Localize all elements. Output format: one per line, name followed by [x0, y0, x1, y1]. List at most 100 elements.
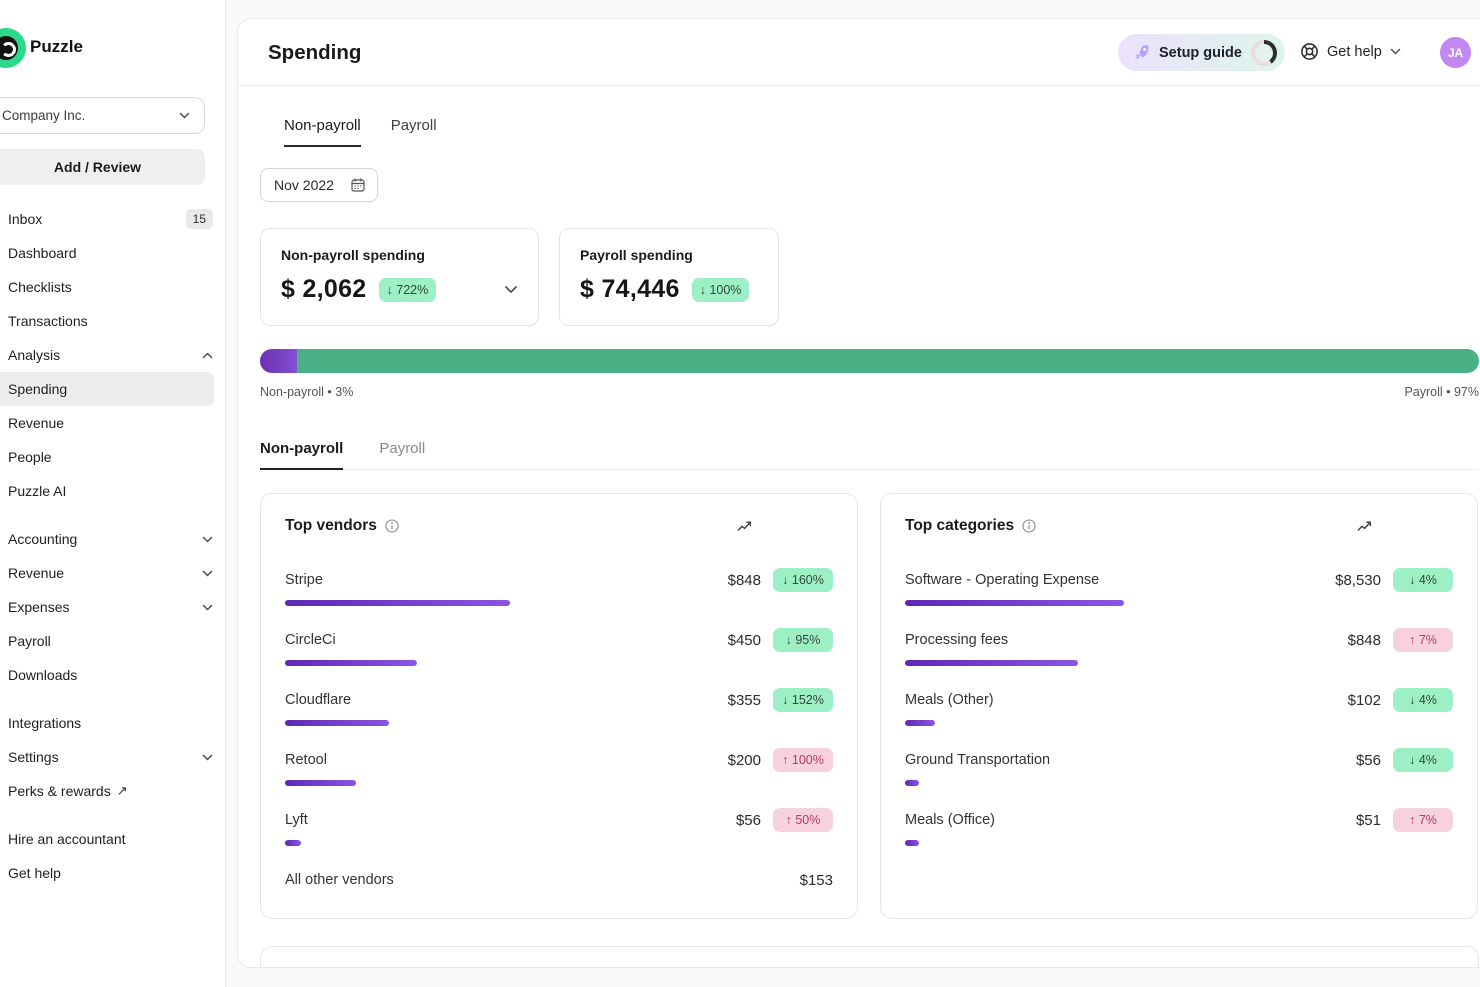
sidebar-item-payroll[interactable]: Payroll	[0, 624, 225, 658]
chevron-down-icon	[202, 754, 213, 761]
sidebar-item-checklists[interactable]: Checklists	[0, 270, 225, 304]
help-icon	[1300, 42, 1319, 61]
delta-badge: ↓ 4%	[1393, 688, 1453, 712]
calendar-icon	[350, 177, 366, 193]
chevron-down-icon	[202, 536, 213, 543]
category-bar	[905, 600, 1124, 606]
payroll-summary-card: Payroll spending $ 74,446 ↓ 100%	[559, 228, 779, 326]
category-bar	[905, 660, 1078, 666]
split-bar-labels: Non-payroll • 3% Payroll • 97%	[260, 385, 1479, 399]
vendor-bar	[285, 840, 301, 846]
add-review-button[interactable]: Add / Review	[0, 149, 205, 185]
sidebar-item-revenue[interactable]: Revenue	[0, 556, 225, 590]
vendor-row: Stripe $848 ↓ 160%	[285, 568, 833, 606]
non-payroll-summary-card: Non-payroll spending $ 2,062 ↓ 722%	[260, 228, 539, 326]
inbox-count-badge: 15	[186, 209, 213, 229]
category-row: Software - Operating Expense $8,530 ↓ 4%	[905, 568, 1453, 606]
next-section-card	[260, 946, 1479, 968]
sidebar-item-transactions[interactable]: Transactions	[0, 304, 225, 338]
delta-badge: ↑ 50%	[773, 808, 833, 832]
payroll-split-bar	[260, 349, 1479, 373]
sidebar-nav: Inbox 15 Dashboard Checklists Transactio…	[0, 202, 225, 890]
tab-payroll-breakdown[interactable]: Payroll	[379, 439, 425, 469]
chevron-down-icon	[202, 604, 213, 611]
category-row: Meals (Office) $51 ↑ 7%	[905, 808, 1453, 846]
tab-non-payroll-breakdown[interactable]: Non-payroll	[260, 439, 343, 470]
delta-badge: ↓ 160%	[773, 568, 833, 592]
breakdown-cards: Top vendors Stripe $848 ↓ 160% CircleCi …	[260, 493, 1478, 919]
category-row: Ground Transportation $56 ↓ 4%	[905, 748, 1453, 786]
sidebar-item-get-help[interactable]: Get help	[0, 856, 225, 890]
all-other-vendors-row: All other vendors $153	[285, 868, 833, 892]
top-vendors-card: Top vendors Stripe $848 ↓ 160% CircleCi …	[260, 493, 858, 919]
info-icon[interactable]	[1022, 519, 1036, 533]
info-icon[interactable]	[385, 519, 399, 533]
tab-non-payroll[interactable]: Non-payroll	[284, 116, 361, 147]
setup-guide-button[interactable]: Setup guide	[1118, 34, 1285, 71]
delta-badge: ↑ 100%	[773, 748, 833, 772]
spending-type-tabs: Non-payroll Payroll	[284, 116, 437, 147]
category-bar	[905, 780, 919, 786]
chevron-down-icon	[179, 112, 190, 119]
delta-badge: ↑ 7%	[1393, 628, 1453, 652]
delta-badge: ↓ 152%	[773, 688, 833, 712]
rocket-icon	[1133, 44, 1150, 61]
panel-header: Spending Setup guide Get help JA	[238, 19, 1480, 86]
top-categories-card: Top categories Software - Operating Expe…	[880, 493, 1478, 919]
non-payroll-segment	[260, 349, 297, 373]
chevron-down-icon[interactable]	[504, 285, 518, 294]
sidebar-item-people[interactable]: People	[0, 440, 225, 474]
card-title: Top vendors	[285, 517, 377, 535]
delta-badge: ↓ 722%	[379, 278, 437, 302]
sidebar-item-puzzle-ai[interactable]: Puzzle AI	[0, 474, 225, 508]
trend-icon[interactable]	[737, 520, 753, 533]
sidebar-item-analysis[interactable]: Analysis	[0, 338, 225, 372]
external-link-icon: ↗	[117, 783, 128, 799]
vendor-row: CircleCi $450 ↓ 95%	[285, 628, 833, 666]
non-payroll-total: $ 2,062	[281, 275, 367, 304]
chevron-down-icon	[1390, 48, 1401, 55]
card-title: Top categories	[905, 517, 1014, 535]
content-area: Spending Setup guide Get help JA Non-pay…	[227, 0, 1480, 987]
breakdown-tabs: Non-payroll Payroll	[260, 439, 1479, 470]
sidebar-item-revenue-analysis[interactable]: Revenue	[0, 406, 225, 440]
delta-badge: ↑ 7%	[1393, 808, 1453, 832]
sidebar-item-accounting[interactable]: Accounting	[0, 522, 225, 556]
category-bar	[905, 840, 919, 846]
vendor-bar	[285, 600, 510, 606]
get-help-menu[interactable]: Get help	[1300, 42, 1401, 61]
summary-cards: Non-payroll spending $ 2,062 ↓ 722% Payr…	[260, 228, 779, 326]
tab-payroll[interactable]: Payroll	[391, 116, 437, 147]
sidebar-item-expenses[interactable]: Expenses	[0, 590, 225, 624]
delta-badge: ↓ 4%	[1393, 568, 1453, 592]
sidebar-item-hire-accountant[interactable]: Hire an accountant	[0, 822, 225, 856]
vendor-bar	[285, 720, 389, 726]
puzzle-logo-icon	[0, 28, 26, 68]
delta-badge: ↓ 95%	[773, 628, 833, 652]
sidebar-item-dashboard[interactable]: Dashboard	[0, 236, 225, 270]
trend-icon[interactable]	[1357, 520, 1373, 533]
setup-progress-ring	[1251, 40, 1277, 66]
sidebar-item-settings[interactable]: Settings	[0, 740, 225, 774]
chevron-down-icon	[202, 570, 213, 577]
company-selector[interactable]: Company Inc.	[0, 97, 205, 134]
vendor-bar	[285, 780, 356, 786]
sidebar-item-perks-rewards[interactable]: Perks & rewards ↗	[0, 774, 225, 808]
month-picker[interactable]: Nov 2022	[260, 168, 378, 202]
sidebar: Puzzle Company Inc. Add / Review Inbox 1…	[0, 0, 226, 987]
sidebar-item-inbox[interactable]: Inbox 15	[0, 202, 225, 236]
brand-name: Puzzle	[30, 37, 83, 57]
category-row: Processing fees $848 ↑ 7%	[905, 628, 1453, 666]
page-title: Spending	[268, 41, 361, 65]
payroll-segment	[297, 349, 1479, 373]
sidebar-item-downloads[interactable]: Downloads	[0, 658, 225, 692]
delta-badge: ↓ 100%	[692, 278, 750, 302]
category-bar	[905, 720, 935, 726]
chevron-up-icon	[202, 352, 213, 359]
sidebar-item-spending[interactable]: Spending	[0, 372, 214, 406]
sidebar-item-integrations[interactable]: Integrations	[0, 706, 225, 740]
avatar[interactable]: JA	[1440, 37, 1471, 68]
vendor-row: Lyft $56 ↑ 50%	[285, 808, 833, 846]
brand-logo: Puzzle	[0, 26, 220, 70]
vendor-row: Cloudflare $355 ↓ 152%	[285, 688, 833, 726]
